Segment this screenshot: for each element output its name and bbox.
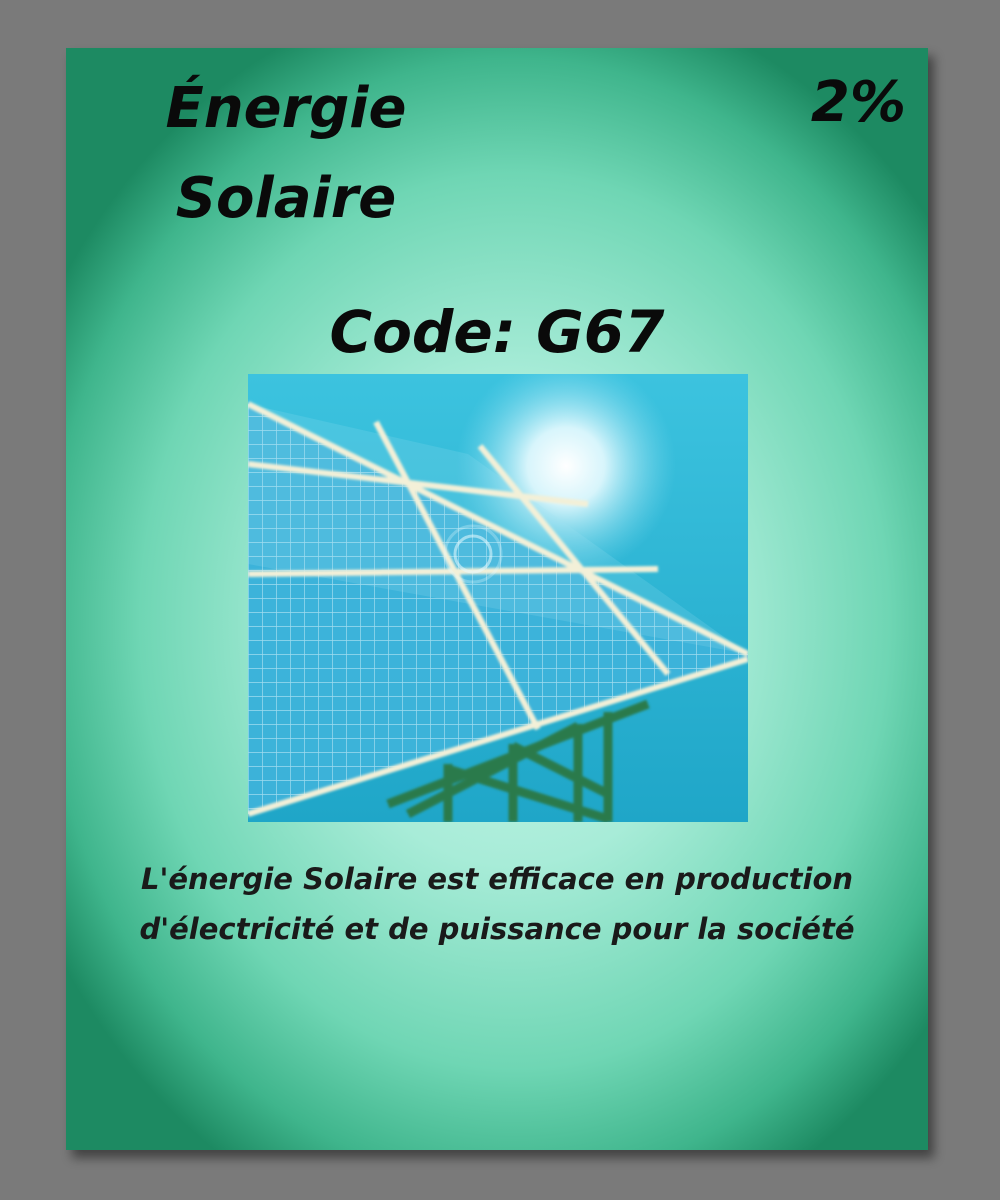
- card-title-line-2: Solaire: [175, 166, 397, 231]
- card-title: Énergie Solaire: [106, 64, 466, 244]
- energy-card: Énergie Solaire 2% Code: G67 L'énergie S…: [66, 48, 928, 1150]
- card-title-line-1: Énergie: [165, 76, 407, 141]
- card-description: L'énergie Solaire est efficace en produc…: [139, 862, 855, 946]
- card-code: Code: G67: [329, 298, 665, 366]
- solar-panel-icon: [248, 374, 748, 822]
- percent-value: 2%: [810, 70, 906, 135]
